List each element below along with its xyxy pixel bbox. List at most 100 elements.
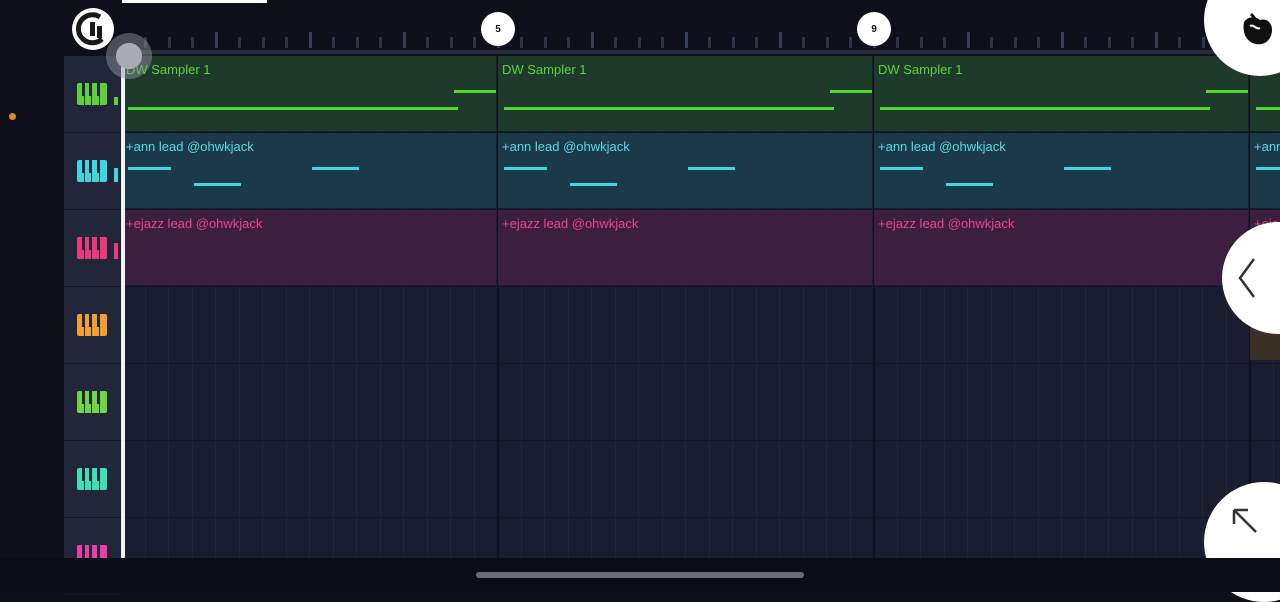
ruler-tick bbox=[449, 37, 453, 48]
ruler-track bbox=[120, 50, 1280, 54]
ruler-tick bbox=[614, 37, 617, 48]
pattern-clip[interactable]: +ann lead @ohwkjack bbox=[1250, 133, 1280, 208]
ruler-tick bbox=[355, 37, 359, 48]
home-indicator[interactable] bbox=[476, 572, 804, 578]
clip-label: +ejazz lead @ohwkjack bbox=[126, 216, 263, 231]
clip-label: +ejazz lead @ohwkjack bbox=[502, 216, 639, 231]
midi-note bbox=[880, 107, 1210, 110]
ruler-tick bbox=[802, 37, 805, 48]
pattern-clip[interactable]: DW Sampler 1 bbox=[122, 56, 496, 131]
track-level-meter bbox=[114, 243, 118, 259]
piano-icon bbox=[77, 468, 107, 490]
ruler-tick bbox=[1037, 37, 1040, 48]
ruler-tick bbox=[896, 37, 899, 48]
arrow-up-left-icon bbox=[1232, 508, 1257, 533]
midi-note bbox=[504, 107, 834, 110]
ruler-tick bbox=[1107, 37, 1111, 48]
ruler-tick bbox=[238, 37, 241, 48]
track-header[interactable] bbox=[64, 364, 120, 441]
chevron-left-icon bbox=[1238, 258, 1256, 298]
midi-note bbox=[128, 167, 171, 170]
ruler-tick bbox=[261, 37, 265, 48]
midi-note bbox=[1064, 167, 1111, 170]
ruler-tick bbox=[825, 37, 829, 48]
pattern-clip[interactable]: DW Sampler 1 bbox=[498, 56, 872, 131]
ruler-tick bbox=[402, 32, 406, 48]
ruler-tick bbox=[637, 37, 641, 48]
ruler-tick bbox=[473, 37, 476, 48]
track-level-meter bbox=[114, 168, 118, 182]
ruler-tick bbox=[755, 37, 758, 48]
bar-marker-5[interactable]: 5 bbox=[481, 12, 515, 46]
midi-note bbox=[194, 183, 241, 186]
ruler-tick bbox=[567, 37, 570, 48]
track-header[interactable] bbox=[64, 287, 120, 364]
pattern-clip[interactable]: +ann lead @ohwkjack bbox=[122, 133, 496, 208]
ruler-tick bbox=[1154, 32, 1158, 48]
midi-note bbox=[688, 167, 735, 170]
midi-note bbox=[1256, 107, 1280, 110]
clip-label: +ann lead @ohwkjack bbox=[126, 139, 254, 154]
ruler-tick bbox=[943, 37, 946, 48]
ruler-tick bbox=[1060, 32, 1064, 48]
ruler-tick bbox=[379, 37, 382, 48]
ruler-tick bbox=[919, 37, 923, 48]
piano-icon bbox=[77, 391, 107, 413]
bar-marker-9[interactable]: 9 bbox=[857, 12, 891, 46]
ruler-tick bbox=[1201, 37, 1205, 48]
piano-icon bbox=[77, 83, 107, 105]
pattern-clip[interactable]: +ejazz lead @ohwkjack bbox=[122, 210, 496, 285]
piano-icon bbox=[77, 237, 107, 259]
clip-label: DW Sampler 1 bbox=[878, 62, 963, 77]
pattern-clip[interactable]: +ejazz lead @ohwkjack bbox=[874, 210, 1248, 285]
ruler-tick bbox=[1131, 37, 1134, 48]
clip-label: +ann lead @ohwkjack bbox=[502, 139, 630, 154]
row-divider bbox=[120, 517, 1280, 518]
ruler-tick bbox=[661, 37, 664, 48]
track-header[interactable] bbox=[64, 441, 120, 518]
row-divider bbox=[120, 286, 1280, 287]
ruler-tick bbox=[590, 32, 594, 48]
track-header-column bbox=[64, 56, 120, 595]
midi-note bbox=[880, 167, 923, 170]
ruler-tick bbox=[990, 37, 993, 48]
playhead-line[interactable] bbox=[121, 56, 125, 558]
midi-note bbox=[1256, 167, 1280, 170]
midi-note bbox=[946, 183, 993, 186]
clip-label: DW Sampler 1 bbox=[502, 62, 587, 77]
track-level-meter bbox=[114, 97, 118, 105]
ruler-tick bbox=[1178, 37, 1181, 48]
loop-range-indicator[interactable] bbox=[122, 0, 267, 3]
piano-icon bbox=[77, 314, 107, 336]
ruler-tick bbox=[966, 32, 970, 48]
playhead-handle[interactable] bbox=[103, 30, 155, 82]
pattern-clip[interactable]: +ann lead @ohwkjack bbox=[874, 133, 1248, 208]
piano-icon bbox=[77, 160, 107, 182]
row-divider bbox=[120, 440, 1280, 441]
ruler-tick bbox=[520, 37, 523, 48]
recording-indicator-dot bbox=[9, 113, 16, 120]
ruler-tick bbox=[167, 37, 171, 48]
ruler-tick bbox=[1084, 37, 1087, 48]
clip-label: +ann lead @ohwkjack bbox=[878, 139, 1006, 154]
ruler-tick bbox=[308, 32, 312, 48]
timeline-ruler[interactable] bbox=[64, 0, 1280, 56]
pattern-clip[interactable]: DW Sampler 1 bbox=[874, 56, 1248, 131]
ruler-tick bbox=[778, 32, 782, 48]
midi-note bbox=[1206, 90, 1248, 93]
ruler-tick bbox=[708, 37, 711, 48]
midi-note bbox=[312, 167, 359, 170]
pattern-clip[interactable]: +ejazz lead @ohwkjack bbox=[498, 210, 872, 285]
ruler-tick bbox=[731, 37, 735, 48]
ruler-tick bbox=[1013, 37, 1017, 48]
track-header[interactable] bbox=[64, 133, 120, 210]
midi-note bbox=[454, 90, 496, 93]
ruler-tick bbox=[543, 37, 547, 48]
ruler-tick bbox=[332, 37, 335, 48]
midi-note bbox=[830, 90, 872, 93]
ruler-tick bbox=[214, 32, 218, 48]
playlist-grid[interactable]: DW Sampler 1 +ann lead @ohwkjack +ejazz le… bbox=[120, 56, 1280, 558]
pattern-clip[interactable]: +ann lead @ohwkjack bbox=[498, 133, 872, 208]
track-header[interactable] bbox=[64, 210, 120, 287]
ruler-tick bbox=[684, 32, 688, 48]
